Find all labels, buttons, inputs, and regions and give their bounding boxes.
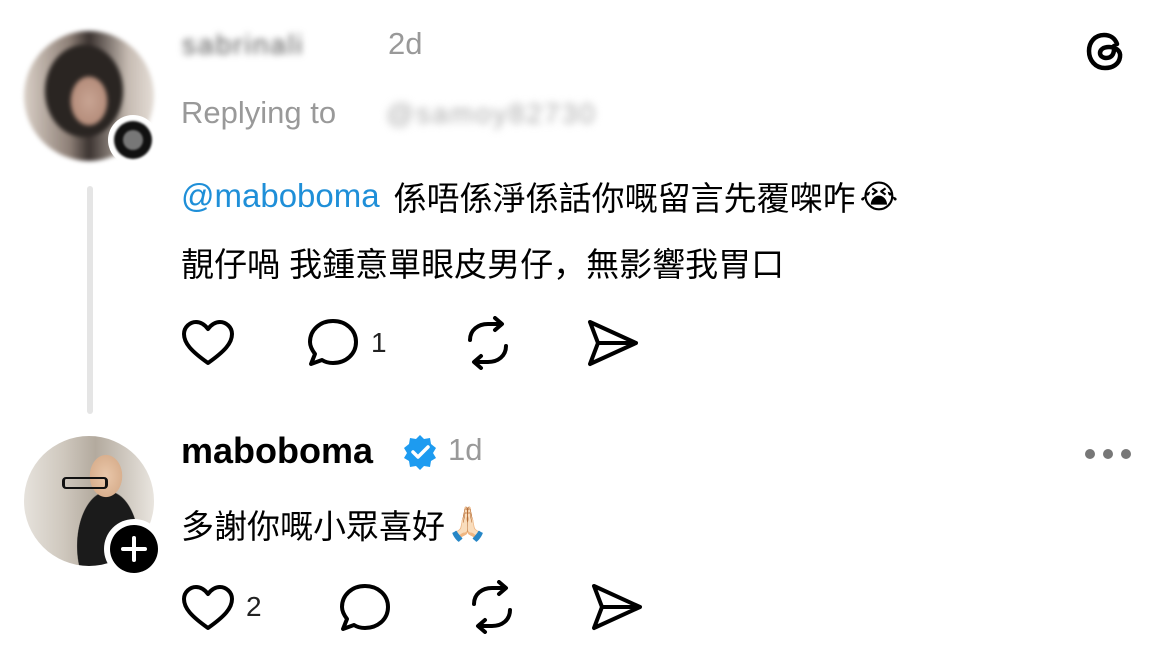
send-icon bbox=[588, 320, 638, 366]
like-button[interactable] bbox=[181, 319, 235, 367]
like-button[interactable] bbox=[181, 584, 235, 632]
more-options-button[interactable] bbox=[1084, 448, 1132, 460]
username[interactable]: sabrinali bbox=[182, 28, 374, 62]
more-dots-icon bbox=[1085, 449, 1131, 459]
comment-text-line-1: @maboboma 係唔係淨係話你嘅留言先覆㗎咋 😭 bbox=[181, 172, 898, 220]
send-icon bbox=[592, 584, 642, 630]
like-count: 2 bbox=[246, 591, 262, 622]
repost-icon bbox=[468, 316, 508, 370]
repost-button[interactable] bbox=[460, 316, 516, 370]
timestamp: 2d bbox=[388, 26, 423, 61]
reply-count: 1 bbox=[371, 327, 387, 358]
reply-button[interactable] bbox=[339, 582, 393, 634]
comment-bubble-icon bbox=[340, 584, 390, 631]
replying-to-user[interactable]: @samoy82730 bbox=[386, 98, 636, 132]
thread-line bbox=[87, 186, 93, 414]
reply-button[interactable] bbox=[307, 317, 361, 369]
crying-emoji: 😭 bbox=[859, 177, 899, 215]
avatar-badge-icon bbox=[114, 121, 152, 159]
pray-emoji: 🙏🏻 bbox=[447, 504, 489, 542]
heart-icon bbox=[182, 585, 234, 630]
avatar-glasses bbox=[62, 477, 108, 489]
comment-text: 係唔係淨係話你嘅留言先覆㗎咋 bbox=[393, 180, 856, 217]
share-button[interactable] bbox=[586, 318, 640, 368]
share-button[interactable] bbox=[590, 582, 644, 632]
verified-badge-icon bbox=[401, 433, 439, 471]
plus-icon bbox=[121, 536, 147, 562]
heart-icon bbox=[182, 320, 234, 365]
comment-bubble-icon bbox=[308, 319, 358, 366]
comment-text-line-2: 靚仔喎 我鍾意單眼皮男仔，無影響我胃口 bbox=[181, 246, 785, 283]
follow-button[interactable] bbox=[110, 525, 158, 573]
comment-text: 多謝你嘅小眾喜好 🙏🏻 bbox=[181, 500, 488, 548]
comment-text-body: 多謝你嘅小眾喜好 bbox=[181, 508, 445, 545]
replying-label: Replying to bbox=[181, 95, 337, 130]
mention-link[interactable]: @maboboma bbox=[181, 177, 380, 215]
timestamp: 1d bbox=[448, 432, 483, 467]
repost-icon bbox=[472, 580, 512, 634]
threads-logo-icon[interactable] bbox=[1082, 26, 1130, 76]
repost-button[interactable] bbox=[464, 580, 520, 634]
username[interactable]: maboboma bbox=[181, 430, 373, 472]
